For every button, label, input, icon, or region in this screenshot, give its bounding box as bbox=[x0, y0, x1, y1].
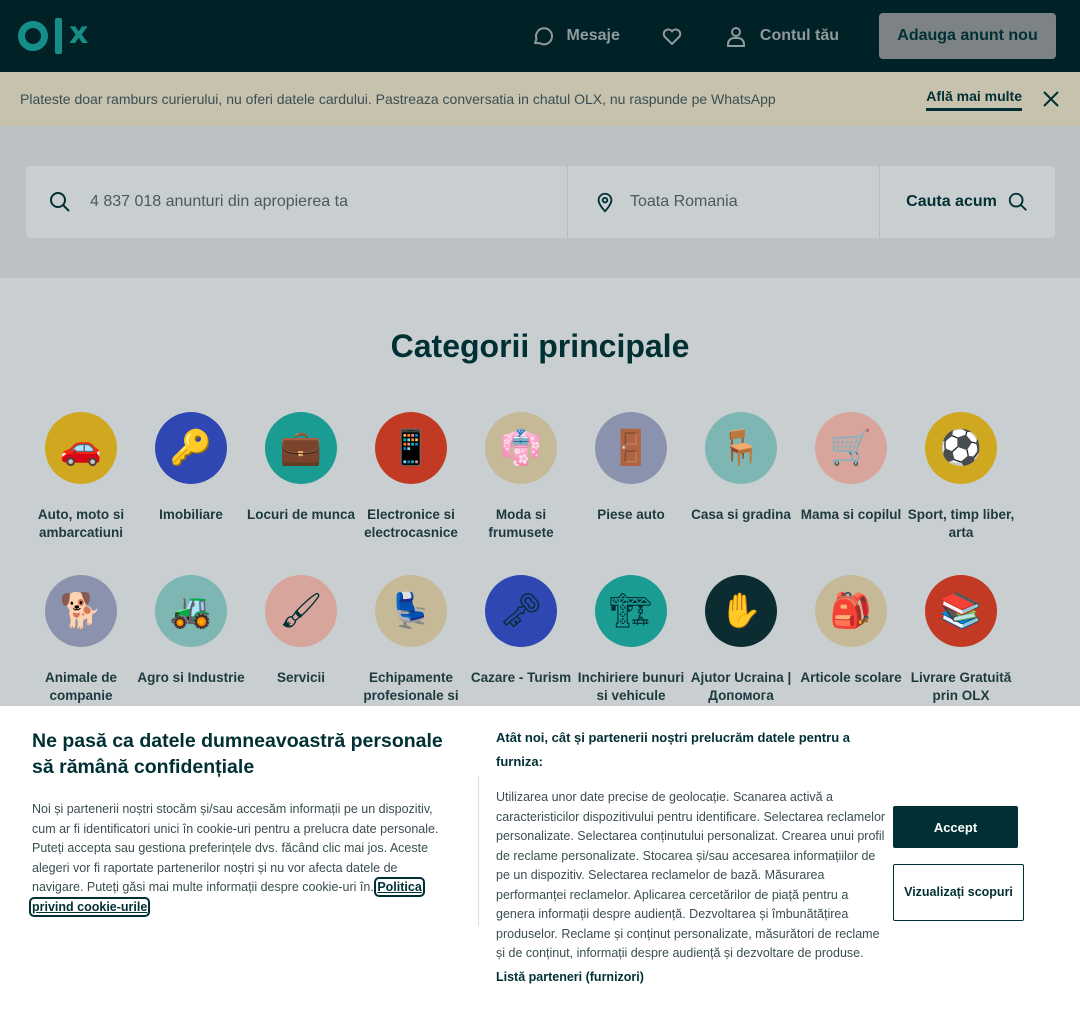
category-icon: 🔑 bbox=[155, 412, 227, 484]
safety-banner: Plateste doar ramburs curierului, nu ofe… bbox=[0, 72, 1080, 126]
header-nav: Mesaje Contul tău Adauga anunt nou bbox=[531, 13, 1056, 59]
accept-button[interactable]: Accept bbox=[893, 806, 1018, 848]
category-item[interactable]: 🛒 Mama si copilul bbox=[796, 412, 906, 555]
partners-list-link[interactable]: Listă parteneri (furnizori) bbox=[496, 970, 888, 984]
category-label: Sport, timp liber, arta bbox=[907, 507, 1015, 540]
category-label: Echipamente profesionale si bbox=[363, 670, 459, 703]
logo-x-shape: x bbox=[69, 16, 89, 51]
category-label: Piese auto bbox=[597, 507, 665, 522]
category-label: Agro si Industrie bbox=[137, 670, 245, 685]
learn-more-link[interactable]: Află mai multe bbox=[926, 88, 1022, 111]
category-label: Locuri de munca bbox=[246, 507, 356, 522]
category-label: Servicii bbox=[276, 670, 326, 685]
category-item[interactable]: ⚽ Sport, timp liber, arta bbox=[906, 412, 1016, 555]
cookie-divider bbox=[478, 776, 479, 926]
category-label: Cazare - Turism bbox=[470, 670, 572, 685]
location-input[interactable]: Toata Romania bbox=[568, 166, 880, 238]
close-icon[interactable] bbox=[1042, 90, 1060, 108]
category-icon: ✋ bbox=[705, 575, 777, 647]
account-link[interactable]: Contul tău bbox=[724, 24, 839, 48]
search-input[interactable]: 4 837 018 anunturi din apropierea ta bbox=[26, 166, 568, 238]
category-item[interactable]: ✋ Ajutor Ucraina | Допомога bbox=[686, 575, 796, 718]
category-icon: 🚪 bbox=[595, 412, 667, 484]
category-item[interactable]: 🐕 Animale de companie bbox=[26, 575, 136, 718]
cookie-text: Noi și partenerii noștri stocăm și/sau a… bbox=[29, 800, 452, 917]
search-icon bbox=[1008, 192, 1027, 211]
purposes-title: Atât noi, cât și partenerii noștri prelu… bbox=[496, 730, 850, 769]
category-icon: 🖌 bbox=[265, 575, 337, 647]
category-label: Mama si copilul bbox=[800, 507, 902, 522]
category-item[interactable]: 🎒 Articole scolare bbox=[796, 575, 906, 718]
cookie-left-column: Ne pasă ca datele dumneavoastră personal… bbox=[29, 728, 452, 917]
location-pin-icon bbox=[597, 192, 613, 213]
category-item[interactable]: 🚜 Agro si Industrie bbox=[136, 575, 246, 718]
search-button-label: Cauta acum bbox=[906, 193, 997, 210]
category-icon: 🪑 bbox=[705, 412, 777, 484]
category-item[interactable]: 🏗 Inchiriere bunuri si vehicule bbox=[576, 575, 686, 718]
category-icon: 👘 bbox=[485, 412, 557, 484]
view-purposes-button[interactable]: Vizualizați scopuri bbox=[893, 864, 1024, 921]
category-label: Casa si gradina bbox=[691, 507, 791, 522]
account-label: Contul tău bbox=[759, 27, 839, 44]
category-item[interactable]: 🪑 Casa si gradina bbox=[686, 412, 796, 555]
category-icon: 🎒 bbox=[815, 575, 887, 647]
category-item[interactable]: 📚 Livrare Gratuită prin OLX bbox=[906, 575, 1016, 718]
category-icon: ⚽ bbox=[925, 412, 997, 484]
category-item[interactable]: 💺 Echipamente profesionale si bbox=[356, 575, 466, 718]
categories-title: Categorii principale bbox=[390, 328, 690, 364]
category-icon: 🚗 bbox=[45, 412, 117, 484]
search-bar: 4 837 018 anunturi din apropierea ta Toa… bbox=[26, 166, 1055, 238]
search-placeholder: 4 837 018 anunturi din apropierea ta bbox=[90, 193, 348, 210]
category-label: Electronice si electrocasnice bbox=[364, 507, 458, 540]
category-item[interactable]: 🗝 Cazare - Turism bbox=[466, 575, 576, 718]
category-icon: 📱 bbox=[375, 412, 447, 484]
user-icon bbox=[726, 27, 745, 47]
olx-logo[interactable]: x bbox=[18, 16, 88, 56]
category-item[interactable]: 🔑 Imobiliare bbox=[136, 412, 246, 555]
purposes-text: Utilizarea unor date precise de geolocaț… bbox=[496, 790, 886, 960]
category-icon: 🐕 bbox=[45, 575, 117, 647]
search-section: 4 837 018 anunturi din apropierea ta Toa… bbox=[0, 126, 1080, 278]
category-icon: 🚜 bbox=[155, 575, 227, 647]
category-label: Inchiriere bunuri si vehicule bbox=[577, 670, 685, 703]
category-icon: 💼 bbox=[265, 412, 337, 484]
category-icon: 🗝 bbox=[485, 575, 557, 647]
location-value: Toata Romania bbox=[630, 193, 738, 210]
post-ad-button[interactable]: Adauga anunt nou bbox=[879, 13, 1056, 59]
category-item[interactable]: 🚪 Piese auto bbox=[576, 412, 686, 555]
cookie-consent-panel: Ne pasă ca datele dumneavoastră personal… bbox=[0, 706, 1080, 1024]
category-label: Imobiliare bbox=[159, 507, 223, 522]
category-icon: 🛒 bbox=[815, 412, 887, 484]
category-label: Animale de companie bbox=[44, 670, 118, 703]
category-item[interactable]: 💼 Locuri de munca bbox=[246, 412, 356, 555]
category-label: Livrare Gratuită prin OLX bbox=[910, 670, 1012, 703]
logo-o-shape bbox=[18, 21, 48, 51]
search-icon bbox=[50, 192, 70, 212]
category-label: Ajutor Ucraina | Допомога bbox=[690, 670, 792, 703]
category-item[interactable]: 🚗 Auto, moto si ambarcatiuni bbox=[26, 412, 136, 555]
category-item[interactable]: 👘 Moda si frumusete bbox=[466, 412, 576, 555]
categories-grid: 🚗 Auto, moto si ambarcatiuni 🔑 Imobiliare 💼 L… bbox=[26, 412, 1056, 718]
logo-l-shape bbox=[55, 18, 62, 54]
category-icon: 🏗 bbox=[595, 575, 667, 647]
category-label: Articole scolare bbox=[800, 670, 902, 685]
category-icon: 📚 bbox=[925, 575, 997, 647]
banner-text: Plateste doar ramburs curierului, nu ofe… bbox=[20, 91, 776, 107]
chat-bubble-icon bbox=[533, 27, 553, 46]
top-header: x Mesaje Contul tău Adauga anunt nou bbox=[0, 0, 1080, 72]
cookie-title: Ne pasă ca datele dumneavoastră personal… bbox=[32, 730, 443, 778]
cookie-purposes-column: Atât noi, cât și partenerii noștri prelu… bbox=[496, 726, 888, 984]
favorites-link[interactable] bbox=[660, 24, 684, 48]
messages-label: Mesaje bbox=[566, 27, 620, 44]
category-label: Moda si frumusete bbox=[488, 507, 554, 540]
heart-icon bbox=[662, 28, 682, 45]
category-label: Auto, moto si ambarcatiuni bbox=[37, 507, 125, 540]
search-button[interactable]: Cauta acum bbox=[880, 166, 1055, 238]
category-icon: 💺 bbox=[375, 575, 447, 647]
category-item[interactable]: 📱 Electronice si electrocasnice bbox=[356, 412, 466, 555]
messages-link[interactable]: Mesaje bbox=[531, 24, 620, 48]
category-item[interactable]: 🖌 Servicii bbox=[246, 575, 356, 718]
